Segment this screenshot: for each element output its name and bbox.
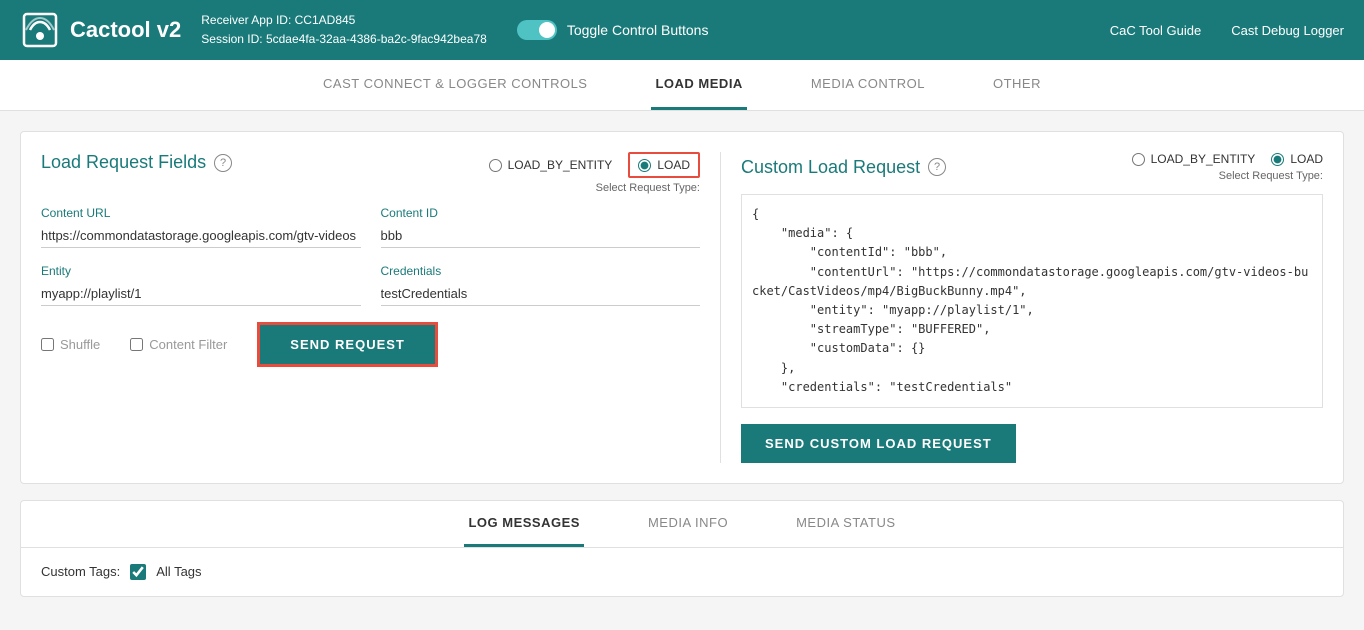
- tab-load-media[interactable]: LOAD MEDIA: [651, 60, 746, 110]
- entity-label: Entity: [41, 264, 361, 278]
- form-row-url-id: Content URL Content ID: [41, 206, 700, 248]
- toggle-switch[interactable]: [517, 20, 557, 40]
- send-request-button[interactable]: SEND REQUEST: [257, 322, 438, 367]
- radio-load-input[interactable]: [638, 159, 651, 172]
- toggle-label: Toggle Control Buttons: [567, 22, 709, 38]
- right-select-type-label: Select Request Type:: [1219, 170, 1323, 182]
- cast-debug-logger-link[interactable]: Cast Debug Logger: [1231, 23, 1344, 38]
- entity-input[interactable]: [41, 282, 361, 306]
- session-info: Receiver App ID: CC1AD845 Session ID: 5c…: [201, 11, 487, 49]
- bottom-section: LOG MESSAGES MEDIA INFO MEDIA STATUS Cus…: [20, 500, 1344, 597]
- send-custom-load-request-button[interactable]: SEND CUSTOM LOAD REQUEST: [741, 424, 1016, 463]
- content-filter-checkbox-label[interactable]: Content Filter: [130, 337, 227, 352]
- tab-media-status[interactable]: MEDIA STATUS: [792, 501, 899, 547]
- form-group-content-id: Content ID: [381, 206, 701, 248]
- radio-load-by-entity-input[interactable]: [489, 159, 502, 172]
- receiver-app-id: Receiver App ID: CC1AD845: [201, 11, 487, 30]
- form-group-credentials: Credentials: [381, 264, 701, 306]
- form-group-content-url: Content URL: [41, 206, 361, 248]
- main-content: Load Request Fields ? LOAD_BY_ENTITY LOA: [0, 111, 1364, 617]
- custom-tags-label: Custom Tags:: [41, 564, 120, 579]
- content-url-label: Content URL: [41, 206, 361, 220]
- main-tabs: CAST CONNECT & LOGGER CONTROLS LOAD MEDI…: [0, 60, 1364, 111]
- shuffle-checkbox-label[interactable]: Shuffle: [41, 337, 100, 352]
- load-media-card: Load Request Fields ? LOAD_BY_ENTITY LOA: [20, 131, 1344, 484]
- custom-request-title: Custom Load Request ?: [741, 157, 946, 178]
- right-radio-load-by-entity-input[interactable]: [1132, 153, 1145, 166]
- header-nav: CaC Tool Guide Cast Debug Logger: [1110, 23, 1344, 38]
- credentials-input[interactable]: [381, 282, 701, 306]
- request-type-selector: LOAD_BY_ENTITY LOAD Select Request Type:: [489, 152, 700, 194]
- custom-tags-row: Custom Tags: All Tags: [41, 564, 1323, 580]
- bottom-tabs: LOG MESSAGES MEDIA INFO MEDIA STATUS: [21, 501, 1343, 548]
- app-header: Cactool v2 Receiver App ID: CC1AD845 Ses…: [0, 0, 1364, 60]
- load-request-title-text: Load Request Fields: [41, 152, 206, 173]
- tab-media-control[interactable]: MEDIA CONTROL: [807, 60, 929, 110]
- right-radio-group: LOAD_BY_ENTITY LOAD: [1132, 152, 1323, 166]
- content-id-label: Content ID: [381, 206, 701, 220]
- radio-group: LOAD_BY_ENTITY LOAD: [489, 152, 700, 178]
- cac-tool-guide-link[interactable]: CaC Tool Guide: [1110, 23, 1202, 38]
- logo-text: Cactool v2: [70, 17, 181, 43]
- tab-cast-connect[interactable]: CAST CONNECT & LOGGER CONTROLS: [319, 60, 591, 110]
- select-type-label: Select Request Type:: [596, 182, 700, 194]
- action-row: Shuffle Content Filter SEND REQUEST: [41, 322, 700, 367]
- radio-load-by-entity[interactable]: LOAD_BY_ENTITY: [489, 158, 613, 172]
- custom-load-request-panel: Custom Load Request ? LOAD_BY_ENTITY LOA: [741, 152, 1323, 463]
- load-request-panel: Load Request Fields ? LOAD_BY_ENTITY LOA: [41, 152, 721, 463]
- toggle-control[interactable]: Toggle Control Buttons: [517, 20, 709, 40]
- credentials-label: Credentials: [381, 264, 701, 278]
- logo-icon: [20, 10, 60, 50]
- tab-other[interactable]: OTHER: [989, 60, 1045, 110]
- right-radio-load[interactable]: LOAD: [1271, 152, 1323, 166]
- json-editor[interactable]: { "media": { "contentId": "bbb", "conten…: [741, 194, 1323, 408]
- content-id-input[interactable]: [381, 224, 701, 248]
- right-radio-load-by-entity[interactable]: LOAD_BY_ENTITY: [1132, 152, 1256, 166]
- content-url-input[interactable]: [41, 224, 361, 248]
- bottom-content: Custom Tags: All Tags: [21, 548, 1343, 596]
- custom-title-text: Custom Load Request: [741, 157, 920, 178]
- load-request-title: Load Request Fields ?: [41, 152, 232, 173]
- form-row-entity-creds: Entity Credentials: [41, 264, 700, 306]
- content-filter-checkbox[interactable]: [130, 338, 143, 351]
- right-request-type-selector: LOAD_BY_ENTITY LOAD Select Request Type:: [1132, 152, 1323, 182]
- all-tags-checkbox[interactable]: [130, 564, 146, 580]
- tab-log-messages[interactable]: LOG MESSAGES: [464, 501, 583, 547]
- logo: Cactool v2: [20, 10, 181, 50]
- custom-request-help-icon[interactable]: ?: [928, 158, 946, 176]
- tab-media-info[interactable]: MEDIA INFO: [644, 501, 732, 547]
- shuffle-checkbox[interactable]: [41, 338, 54, 351]
- all-tags-label: All Tags: [156, 564, 201, 579]
- load-request-help-icon[interactable]: ?: [214, 154, 232, 172]
- custom-request-header: Custom Load Request ? LOAD_BY_ENTITY LOA: [741, 152, 1323, 182]
- radio-load[interactable]: LOAD: [628, 152, 700, 178]
- right-radio-load-input[interactable]: [1271, 153, 1284, 166]
- session-id: Session ID: 5cdae4fa-32aa-4386-ba2c-9fac…: [201, 30, 487, 49]
- form-group-entity: Entity: [41, 264, 361, 306]
